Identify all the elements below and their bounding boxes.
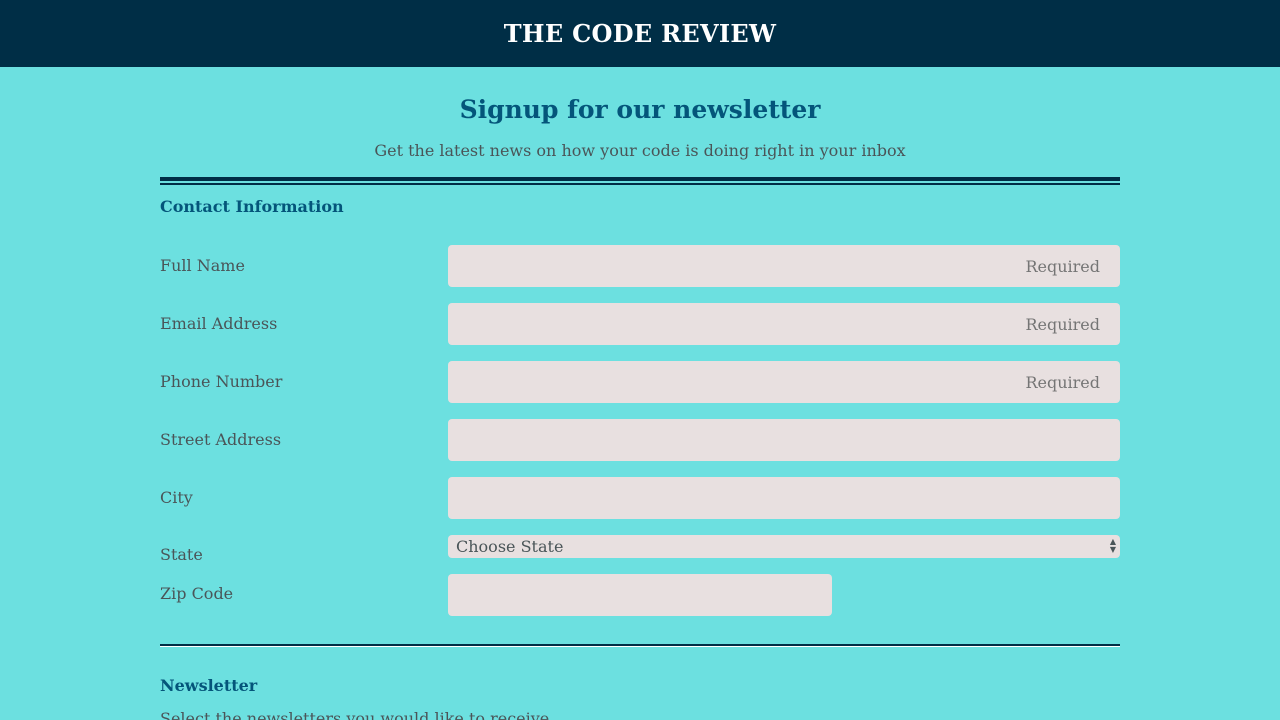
full-name-input[interactable]: [448, 245, 1120, 287]
divider-thin-line: [160, 183, 1120, 185]
divider-thick-line: [160, 177, 1120, 181]
street-label: Street Address: [160, 430, 282, 449]
state-select-value: Choose State: [456, 537, 564, 556]
zip-label: Zip Code: [160, 584, 234, 603]
newsletter-section-title: Newsletter: [160, 676, 258, 695]
state-select[interactable]: Choose State ▲ ▼: [448, 535, 1120, 558]
phone-input[interactable]: [448, 361, 1120, 403]
email-row: Email Address: [160, 303, 1120, 345]
contact-section-title: Contact Information: [160, 197, 344, 216]
zip-row: Zip Code: [160, 574, 1120, 616]
page-title: Signup for our newsletter: [459, 95, 821, 124]
newsletter-description: Select the newsletters you would like to…: [160, 709, 550, 720]
state-row: State Choose State ▲ ▼: [160, 535, 1120, 565]
header-divider: [160, 177, 1120, 185]
state-label: State: [160, 545, 203, 564]
zip-input[interactable]: [448, 574, 832, 616]
street-input[interactable]: [448, 419, 1120, 461]
street-row: Street Address: [160, 419, 1120, 461]
city-label: City: [160, 488, 193, 507]
select-arrows-icon: ▲ ▼: [1109, 537, 1116, 554]
full-name-row: Full Name: [160, 245, 1120, 287]
phone-row: Phone Number: [160, 361, 1120, 403]
signup-form: Signup for our newsletter Get the latest…: [160, 67, 1120, 720]
email-label: Email Address: [160, 314, 278, 333]
full-name-label: Full Name: [160, 256, 245, 275]
phone-label: Phone Number: [160, 372, 283, 391]
brand-title: THE CODE REVIEW: [503, 19, 777, 48]
page-subtitle: Get the latest news on how your code is …: [374, 141, 906, 160]
email-input[interactable]: [448, 303, 1120, 345]
city-row: City: [160, 477, 1120, 519]
top-bar: THE CODE REVIEW: [0, 0, 1280, 67]
city-input[interactable]: [448, 477, 1120, 519]
section-divider: [160, 644, 1120, 647]
